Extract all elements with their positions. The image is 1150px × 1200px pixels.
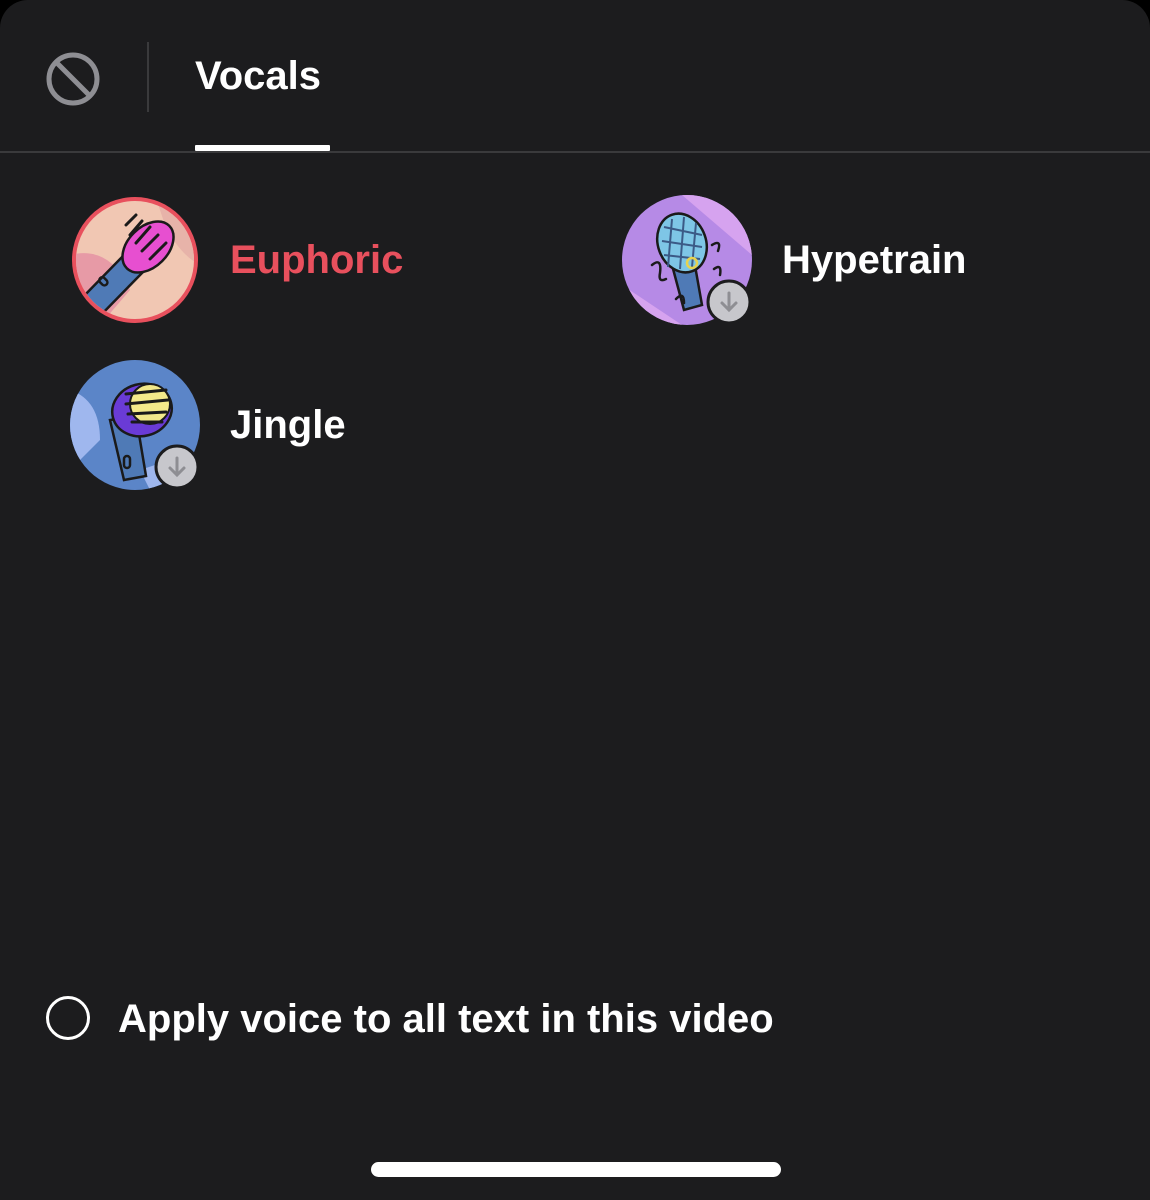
active-tab-indicator [195, 145, 330, 151]
tab-divider [147, 42, 149, 112]
no-effect-button[interactable] [42, 48, 104, 110]
microphone-pink-icon [72, 197, 198, 323]
tab-bar: Vocals [0, 0, 1150, 153]
apply-to-all-label: Apply voice to all text in this video [118, 997, 774, 1041]
microphone-purple-icon [622, 195, 752, 325]
prohibited-icon [46, 52, 100, 106]
voice-item-hypetrain[interactable]: Hypetrain [622, 195, 1002, 325]
microphone-yellow-icon [70, 360, 200, 490]
voice-effects-sheet: Vocals Euphoric Hypetrain Jingle Apply v… [0, 0, 1150, 1200]
home-indicator [371, 1162, 781, 1177]
voice-item-euphoric[interactable]: Euphoric [70, 195, 430, 325]
voice-item-jingle[interactable]: Jingle [70, 360, 390, 490]
tab-label: Vocals [195, 54, 321, 98]
tab-vocals[interactable]: Vocals [195, 46, 330, 151]
voice-label: Hypetrain [782, 238, 967, 282]
voice-label: Euphoric [230, 238, 404, 282]
apply-to-all-radio[interactable] [46, 996, 90, 1040]
voice-label: Jingle [230, 403, 346, 447]
